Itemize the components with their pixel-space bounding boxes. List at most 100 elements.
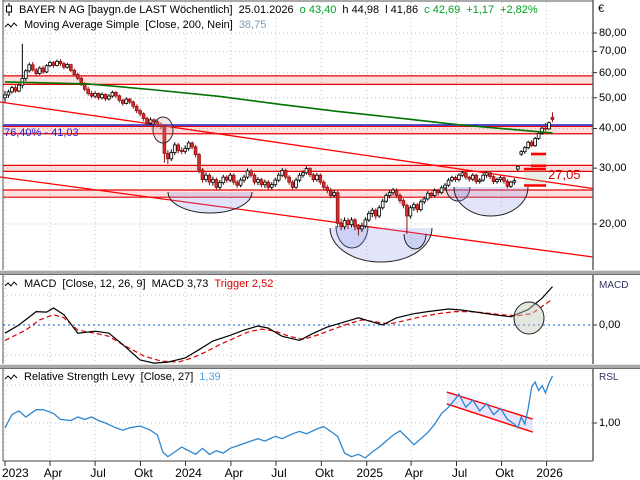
candle-body [380, 200, 385, 209]
candle-body [460, 172, 465, 176]
candle-body [443, 184, 447, 189]
candle-body [186, 142, 191, 149]
candle-body [276, 174, 281, 181]
candle-body [415, 204, 420, 211]
candle-body [245, 170, 250, 178]
candle-body [467, 176, 472, 180]
saucer-fill [454, 187, 528, 216]
macd-value: MACD 3,73 [151, 278, 209, 290]
candle-body [519, 151, 524, 155]
time-axis-label: Okt [495, 466, 514, 480]
time-axis-label: 2024 [175, 466, 202, 480]
candle-body [367, 212, 371, 221]
candle-body [62, 63, 66, 68]
candle-body [172, 144, 177, 153]
candle-body [516, 165, 520, 170]
candle-body [387, 192, 392, 196]
candle-body [550, 116, 555, 120]
candle-body [363, 219, 368, 227]
candle-body [197, 154, 201, 171]
currency-label: € [598, 3, 605, 15]
candle-body [484, 172, 489, 176]
candle-body [391, 189, 395, 194]
candle-body [394, 189, 399, 196]
time-axis-label: Apr [404, 466, 424, 480]
candle-body [512, 180, 517, 183]
candle-body [96, 93, 101, 99]
candle-body [491, 176, 496, 183]
candle-body [505, 180, 510, 187]
macd-axis-name: MACD [599, 280, 629, 291]
candle-body [65, 64, 70, 68]
time-axis-label: Jul [90, 466, 106, 480]
candle-body [294, 179, 298, 188]
candle-body [346, 220, 350, 226]
candle-body [169, 152, 174, 160]
panel-divider-macd[interactable] [0, 270, 640, 275]
candle-body [17, 84, 21, 92]
candle-body [6, 91, 11, 96]
quote-open: o 43,40 [299, 3, 337, 16]
candle-body [72, 69, 77, 75]
candle-body [131, 101, 136, 107]
candle-body [41, 67, 45, 73]
panel-divider-rsl[interactable] [0, 364, 640, 369]
candle-body [211, 179, 215, 183]
candle-body [401, 200, 406, 206]
candle-body [69, 64, 73, 71]
chart-window: BAYER N AG [baygn.de LAST Wöchentlich] 2… [0, 0, 640, 480]
candle-body [429, 192, 433, 196]
candle-body [356, 226, 361, 230]
candle-body [318, 174, 323, 183]
quote-close: c 42,69 [424, 3, 461, 16]
ma-params: [Close, 200, Nein] [145, 19, 233, 31]
candle-body [30, 64, 35, 71]
rsl-axis-name: RSL [599, 372, 619, 383]
candle-body [370, 209, 375, 214]
chart-canvas[interactable] [0, 0, 640, 480]
candle-body [3, 94, 7, 99]
time-axis-label: Okt [315, 466, 334, 480]
candle-body [453, 177, 458, 181]
rsl-params: [Close, 27] [140, 371, 194, 383]
quote-change-pct: +2,82% [500, 3, 538, 16]
candle-body [114, 91, 118, 97]
candle-body [297, 174, 302, 181]
candle-body [280, 170, 284, 176]
candle-body [315, 174, 319, 181]
price-axis-label: 50,00 [599, 91, 627, 104]
candle-body [221, 176, 226, 184]
macd-cross-ellipse [513, 301, 545, 335]
time-axis-label: Apr [224, 466, 244, 480]
candle-body [207, 174, 212, 183]
candle-body [55, 60, 59, 66]
candle-body [533, 138, 537, 147]
candle-body [224, 176, 229, 181]
candle-body [44, 65, 49, 73]
gap-box [531, 154, 546, 166]
candle-body [287, 176, 291, 183]
candle-body [325, 186, 330, 191]
candle-body [405, 204, 409, 217]
macd-params: [Close, 12, 26, 9] [62, 278, 146, 290]
candle-body [502, 177, 506, 182]
candle-body [13, 87, 18, 92]
candle-body [51, 62, 56, 66]
candle-body [134, 105, 139, 112]
candle-body [89, 93, 94, 97]
candle-body [408, 207, 413, 217]
candle-body [328, 190, 333, 196]
candle-body [477, 179, 482, 183]
candle-body [204, 174, 208, 181]
candle-body [509, 181, 513, 187]
candle-body [23, 70, 28, 79]
macd-name: MACD [24, 278, 57, 290]
rsl-header: Relative Strength Levy [Close, 27] 1,39 [5, 371, 221, 383]
candle-body [37, 67, 42, 74]
candle-body [200, 169, 205, 181]
candle-body [127, 98, 132, 103]
candle-body [107, 95, 111, 100]
quote-change-abs: +1,17 [466, 3, 495, 16]
price-axis-label: 20,00 [599, 217, 627, 230]
candle-body [470, 174, 475, 180]
